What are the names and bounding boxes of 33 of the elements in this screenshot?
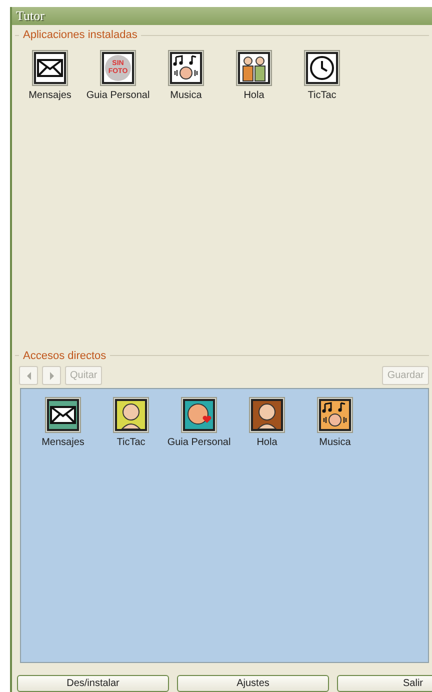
app-label: Guia Personal: [167, 436, 231, 450]
app-label: Hola: [256, 436, 278, 450]
app-icon-tile[interactable]: [304, 50, 340, 86]
clock-icon: [309, 54, 335, 80]
app-label: Musica: [170, 88, 202, 102]
app-icon-tile[interactable]: [249, 397, 285, 433]
app-icon-tile[interactable]: [45, 397, 81, 433]
app-label: Mensajes: [28, 88, 72, 102]
envelope-icon: [37, 58, 63, 76]
app-icon-tile[interactable]: [317, 397, 353, 433]
window-title: Tutor: [16, 7, 44, 26]
app-label: Mensajes: [42, 436, 84, 450]
app-icon-tile[interactable]: [168, 50, 204, 86]
app-icon-tile[interactable]: [181, 397, 217, 433]
two-people-icon: [240, 54, 268, 82]
music-listener-icon: [321, 401, 349, 429]
app-icon-tile[interactable]: [113, 397, 149, 433]
left-triangle-icon: [26, 372, 32, 380]
app-label: Musica: [319, 436, 351, 450]
app-label: TicTac: [116, 436, 146, 450]
envelope-icon: [50, 406, 76, 424]
app-icon-tile[interactable]: [236, 50, 272, 86]
footer-button[interactable]: Des/instalar: [17, 675, 169, 692]
app-label: Hola: [244, 88, 264, 102]
group-legend: Accesos directos: [23, 348, 106, 364]
group-legend: Aplicaciones instaladas: [23, 27, 138, 44]
music-listener-icon: [172, 54, 200, 82]
app-icon-tile[interactable]: [32, 50, 68, 86]
app-label: TicTac: [308, 88, 336, 102]
right-triangle-icon: [48, 372, 54, 380]
footer-button[interactable]: Ajustes: [177, 675, 329, 692]
footer-button[interactable]: Salir: [337, 675, 432, 692]
app-label: Guia Personal: [86, 88, 150, 102]
